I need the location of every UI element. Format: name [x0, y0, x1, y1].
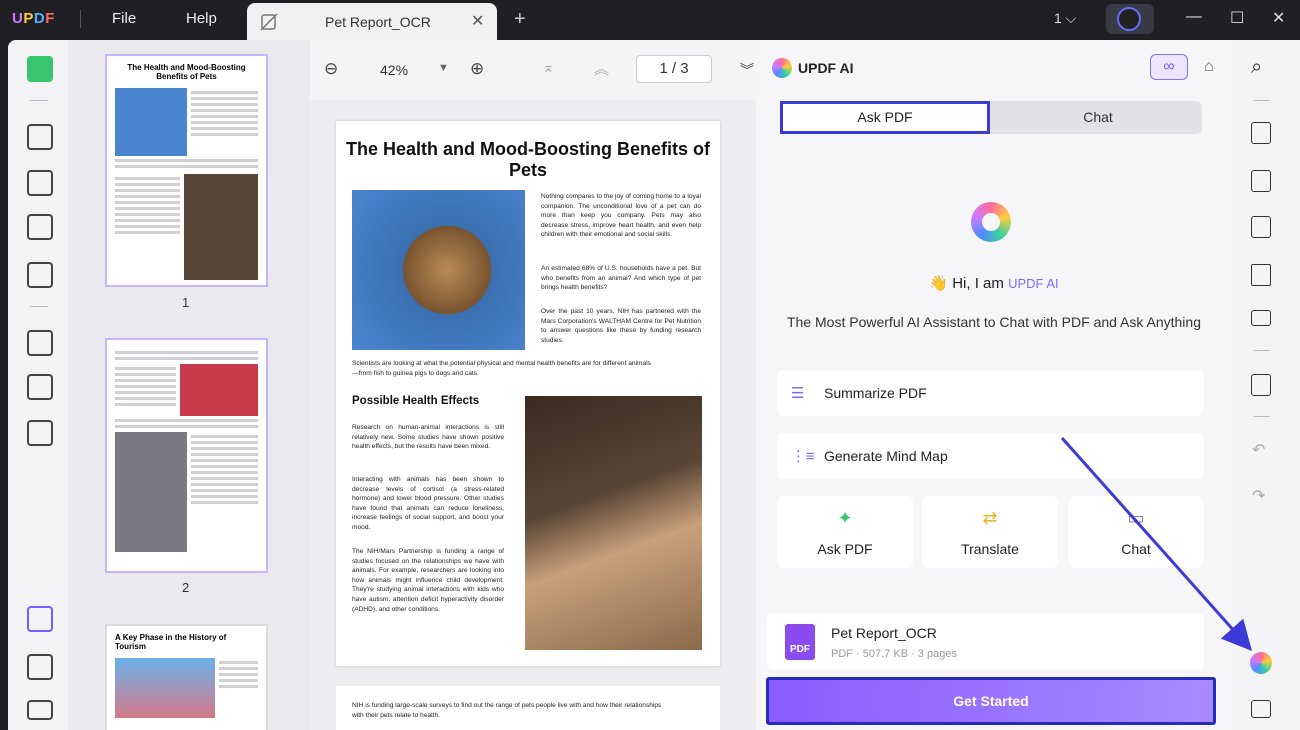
thumbnail-title: The Health and Mood-Boosting Benefits of… [127, 63, 246, 81]
divider [1254, 416, 1270, 417]
ask-pdf-card[interactable]: ✦ Ask PDF [777, 496, 913, 568]
maximize-icon[interactable]: ☐ [1230, 8, 1244, 28]
intro-paragraph-3: Over the past 10 years, NIH has partnere… [541, 308, 701, 344]
mind-map-icon: ⋮≡ [791, 448, 815, 465]
title-bar: UPDF File Help Pet Report_OCR ✕ + 1 ⌵ — … [0, 0, 1300, 40]
window-count[interactable]: 1 ⌵ [1054, 10, 1076, 27]
get-started-button[interactable]: Get Started [766, 677, 1216, 725]
reader-icon[interactable] [27, 56, 53, 82]
document-tab[interactable]: Pet Report_OCR ✕ [247, 3, 497, 40]
document-title: The Health and Mood-Boosting Benefits of… [346, 139, 710, 180]
close-window-icon[interactable]: ✕ [1272, 8, 1285, 28]
crop-icon[interactable] [27, 374, 53, 400]
intro-paragraph-1: Nothing compares to the joy of coming ho… [541, 193, 701, 239]
zoom-in-icon[interactable]: ⊕ [470, 59, 484, 79]
caption: Scientists are looking at what the poten… [352, 360, 651, 377]
translate-icon: ⇄ [982, 508, 998, 528]
new-tab-icon[interactable]: + [514, 8, 526, 31]
convert-icon[interactable] [1251, 170, 1271, 192]
doc-off-icon [260, 13, 278, 31]
clear-icon[interactable]: ⌂ [1204, 58, 1214, 76]
intro-paragraph-2: An estimated 68% of U.S. households have… [541, 265, 701, 292]
save-icon[interactable] [1251, 374, 1271, 396]
updf-ai-large-icon [971, 202, 1011, 242]
thumbnail-page-3[interactable]: A Key Phase in the History of Tourism [105, 624, 268, 730]
file-name: Pet Report_OCR [831, 625, 937, 641]
dog-and-cat-photo [525, 396, 702, 650]
workspace: The Health and Mood-Boosting Benefits of… [8, 40, 1300, 730]
divider [80, 10, 81, 28]
body-paragraph-2: Interacting with animals has been shown … [352, 476, 504, 531]
ai-subtitle: The Most Powerful AI Assistant to Chat w… [787, 314, 1201, 330]
thumbnail-page-1[interactable]: The Health and Mood-Boosting Benefits of… [105, 54, 268, 287]
organize-pages-icon[interactable] [27, 330, 53, 356]
minimize-icon[interactable]: — [1186, 8, 1202, 26]
previous-page-icon[interactable]: ︽ [594, 58, 609, 79]
search-icon[interactable]: ⌕ [1251, 56, 1262, 79]
divider [1254, 100, 1270, 101]
thumbnail-page-number: 2 [182, 580, 190, 595]
zoom-level[interactable]: 42% [380, 62, 408, 78]
list-icon: ☰ [791, 385, 805, 402]
page2-paragraph: NIH is funding large-scale surveys to fi… [352, 702, 662, 719]
share-icon[interactable] [1251, 264, 1271, 286]
updf-ai-logo-icon [772, 58, 792, 78]
tab-chat[interactable]: Chat [994, 101, 1202, 134]
form-icon[interactable] [27, 214, 53, 240]
updf-logo: UPDF [12, 10, 55, 27]
prepare-form-icon[interactable] [27, 262, 53, 288]
menu-file[interactable]: File [112, 10, 136, 27]
first-page-icon[interactable]: ⌅ [542, 58, 555, 76]
next-page-icon[interactable]: ︾ [740, 60, 754, 80]
file-meta: PDF · 507.7 KB · 3 pages [831, 648, 957, 660]
left-toolbar [8, 40, 64, 730]
thumbnail-panel: The Health and Mood-Boosting Benefits of… [68, 40, 310, 730]
comment-icon[interactable] [27, 124, 53, 150]
cat-photo [352, 190, 525, 350]
avatar[interactable] [1106, 4, 1154, 34]
thumbnail-title: A Key Phase in the History of Tourism [115, 633, 227, 651]
zoom-dropdown-icon[interactable]: ▼ [438, 62, 449, 74]
thumbnail-page-number: 1 [182, 295, 190, 310]
body-paragraph-3: The NIH/Mars Partnership is funding a ra… [352, 548, 504, 613]
section-heading: Possible Health Effects [352, 395, 480, 407]
tab-title: Pet Report_OCR [325, 14, 431, 30]
ai-mode-switch: Ask PDF Chat [780, 101, 1202, 134]
magic-wand-icon: ✦ [837, 508, 853, 528]
pdf-page-1: The Health and Mood-Boosting Benefits of… [336, 121, 720, 666]
summarize-pdf-button[interactable]: ☰ Summarize PDF [777, 370, 1204, 416]
ai-panel-title: UPDF AI [798, 60, 854, 76]
divider [1254, 350, 1270, 351]
layers-icon[interactable] [27, 606, 53, 632]
bookmark-icon[interactable] [27, 654, 53, 680]
zoom-out-icon[interactable]: ⊖ [324, 59, 338, 79]
email-icon[interactable] [1251, 310, 1271, 326]
menu-help[interactable]: Help [186, 10, 217, 27]
viewer-toolbar: ⊖ 42% ▼ ⊕ ⌅ ︽ 1 / 3 ︾ [310, 40, 756, 100]
annotation-arrow [1060, 437, 1252, 651]
greeting: 👋 Hi, I am UPDF AI [929, 275, 1059, 292]
body-paragraph-1: Research on human-animal interactions is… [352, 424, 504, 451]
ocr-icon[interactable] [1251, 122, 1271, 144]
divider [30, 306, 48, 307]
comments-icon[interactable] [1251, 700, 1271, 718]
infinity-icon[interactable]: ∞ [1150, 54, 1188, 80]
tab-ask-pdf[interactable]: Ask PDF [780, 101, 990, 134]
pdf-page-2: NIH is funding large-scale surveys to fi… [336, 686, 720, 730]
attachment-icon[interactable] [27, 700, 53, 720]
translate-card[interactable]: ⇄ Translate [922, 496, 1058, 568]
thumbnail-page-2[interactable] [105, 338, 268, 573]
protect-icon[interactable] [1251, 216, 1271, 238]
page-indicator[interactable]: 1 / 3 [636, 55, 712, 83]
pages-icon[interactable] [27, 420, 53, 446]
document-viewer: ⊖ 42% ▼ ⊕ ⌅ ︽ 1 / 3 ︾ The Health and Moo… [310, 40, 756, 730]
close-tab-icon[interactable]: ✕ [471, 11, 484, 31]
pdf-file-icon: PDF [785, 624, 815, 660]
divider [30, 100, 48, 101]
edit-icon[interactable] [27, 170, 53, 196]
